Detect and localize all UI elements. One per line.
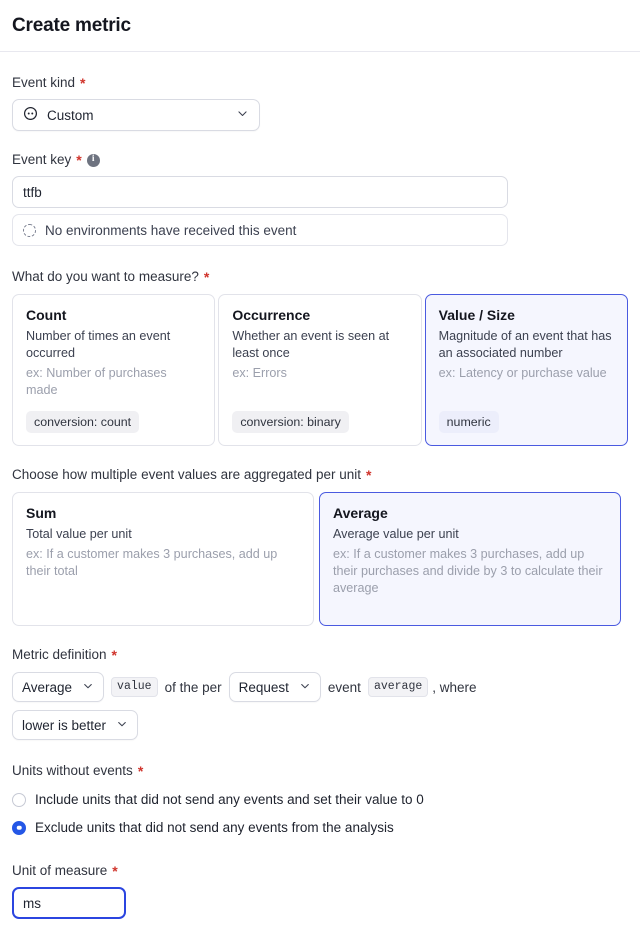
definition-text-event: event bbox=[327, 679, 361, 695]
chevron-down-icon bbox=[299, 680, 311, 695]
radio-row-include-units[interactable]: Include units that did not send any even… bbox=[12, 787, 628, 812]
section-measure: What do you want to measure? * Count Num… bbox=[12, 268, 628, 446]
definition-text-of-the-per: of the per bbox=[164, 679, 222, 695]
card-title: Occurrence bbox=[232, 307, 311, 323]
card-title: Value / Size bbox=[438, 307, 515, 323]
event-kind-value: Custom bbox=[47, 107, 94, 123]
average-code-chip: average bbox=[367, 677, 429, 697]
card-description: Magnitude of an event that has an associ… bbox=[438, 329, 612, 360]
required-asterisk: * bbox=[203, 269, 210, 285]
unit-of-measure-label: Unit of measure * bbox=[12, 862, 628, 880]
event-key-input[interactable]: ttfb bbox=[12, 176, 508, 208]
required-asterisk: * bbox=[365, 467, 372, 483]
aggregation-card-sum[interactable]: Sum Total value per unit ex: If a custom… bbox=[12, 492, 314, 626]
card-description: Number of times an event occurred bbox=[26, 329, 171, 360]
section-event-kind: Event kind * Custom bbox=[12, 74, 628, 131]
event-kind-label: Event kind * bbox=[12, 74, 628, 92]
direction-select[interactable]: lower is better bbox=[12, 710, 139, 740]
section-event-key: Event key * i ttfb No environments have … bbox=[12, 151, 628, 246]
page-header: Create metric bbox=[0, 0, 640, 52]
card-title: Count bbox=[26, 307, 67, 323]
aggregation-select-value: Average bbox=[22, 679, 73, 695]
section-metric-definition: Metric definition * Average value of the… bbox=[12, 646, 628, 740]
measure-card-count[interactable]: Count Number of times an event occurred … bbox=[12, 294, 216, 446]
card-example: ex: Latency or purchase value bbox=[438, 366, 607, 380]
radio-include-units[interactable] bbox=[12, 792, 26, 807]
event-environment-status: No environments have received this event bbox=[12, 214, 508, 246]
required-asterisk: * bbox=[76, 152, 82, 168]
card-chip-wrap: numeric bbox=[438, 399, 614, 433]
custom-event-icon bbox=[23, 106, 38, 124]
card-description: Total value per unit bbox=[26, 527, 132, 541]
card-example: ex: If a customer makes 3 purchases, add… bbox=[26, 547, 278, 578]
radio-exclude-units[interactable] bbox=[12, 820, 26, 835]
metric-definition-row-1: Average value of the per Request event a… bbox=[12, 672, 628, 702]
definition-text-where: , where bbox=[432, 679, 477, 695]
section-units-without-events: Units without events * Include units tha… bbox=[12, 762, 628, 840]
units-radio-list: Include units that did not send any even… bbox=[12, 787, 628, 840]
direction-select-value: lower is better bbox=[22, 717, 107, 733]
form-content: Event kind * Custom Event key * i ttfb N… bbox=[0, 74, 640, 919]
measure-card-row: Count Number of times an event occurred … bbox=[12, 294, 628, 446]
units-label: Units without events * bbox=[12, 762, 628, 780]
card-title: Sum bbox=[26, 505, 57, 521]
event-select[interactable]: Request bbox=[228, 672, 321, 702]
required-asterisk: * bbox=[137, 763, 144, 779]
metric-definition-rows: Average value of the per Request event a… bbox=[12, 672, 628, 740]
required-asterisk: * bbox=[112, 863, 118, 879]
card-example: ex: Number of purchases made bbox=[26, 366, 167, 397]
card-example: ex: Errors bbox=[232, 366, 287, 380]
measure-label-text: What do you want to measure? bbox=[12, 269, 199, 284]
radio-row-exclude-units[interactable]: Exclude units that did not send any even… bbox=[12, 815, 628, 840]
required-asterisk: * bbox=[80, 75, 86, 91]
event-select-value: Request bbox=[238, 679, 289, 695]
chevron-down-icon bbox=[82, 680, 94, 695]
units-label-text: Units without events bbox=[12, 763, 133, 778]
status-badge: conversion: binary bbox=[232, 411, 349, 433]
radio-include-units-label: Include units that did not send any even… bbox=[35, 792, 424, 807]
aggregation-label: Choose how multiple event values are agg… bbox=[12, 466, 628, 484]
unit-of-measure-value: ms bbox=[23, 895, 41, 911]
event-kind-select[interactable]: Custom bbox=[12, 99, 260, 131]
unit-of-measure-label-text: Unit of measure bbox=[12, 863, 108, 878]
measure-label: What do you want to measure? * bbox=[12, 268, 628, 286]
card-description: Average value per unit bbox=[333, 527, 459, 541]
unit-of-measure-input[interactable]: ms bbox=[12, 887, 126, 919]
metric-definition-row-2: lower is better bbox=[12, 710, 628, 740]
radio-exclude-units-label: Exclude units that did not send any even… bbox=[35, 820, 394, 835]
required-asterisk: * bbox=[111, 647, 117, 663]
section-unit-of-measure: Unit of measure * ms bbox=[12, 862, 628, 919]
card-title: Average bbox=[333, 505, 388, 521]
metric-definition-label-text: Metric definition bbox=[12, 647, 107, 662]
measure-card-value-size[interactable]: Value / Size Magnitude of an event that … bbox=[424, 294, 628, 446]
metric-definition-label: Metric definition * bbox=[12, 646, 628, 664]
measure-card-occurrence[interactable]: Occurrence Whether an event is seen at l… bbox=[218, 294, 422, 446]
chevron-down-icon bbox=[116, 718, 128, 733]
value-code-chip: value bbox=[111, 677, 158, 697]
aggregation-label-text: Choose how multiple event values are agg… bbox=[12, 467, 361, 482]
status-badge: numeric bbox=[438, 411, 499, 433]
event-key-value: ttfb bbox=[23, 184, 42, 200]
card-chip-wrap: conversion: binary bbox=[232, 399, 407, 433]
event-key-label: Event key * i bbox=[12, 151, 628, 169]
loading-spinner-icon bbox=[23, 223, 36, 237]
card-chip-wrap: conversion: count bbox=[26, 399, 201, 433]
page-title: Create metric bbox=[12, 14, 131, 36]
event-environment-status-text: No environments have received this event bbox=[45, 222, 297, 238]
info-icon[interactable]: i bbox=[86, 153, 100, 167]
card-example: ex: If a customer makes 3 purchases, add… bbox=[333, 547, 603, 595]
aggregation-select[interactable]: Average bbox=[12, 672, 105, 702]
aggregation-card-row: Sum Total value per unit ex: If a custom… bbox=[12, 492, 628, 626]
event-key-label-text: Event key bbox=[12, 152, 72, 167]
section-aggregation: Choose how multiple event values are agg… bbox=[12, 466, 628, 626]
event-kind-label-text: Event kind bbox=[12, 75, 76, 90]
card-description: Whether an event is seen at least once bbox=[232, 329, 390, 360]
status-badge: conversion: count bbox=[26, 411, 140, 433]
aggregation-card-average[interactable]: Average Average value per unit ex: If a … bbox=[319, 492, 621, 626]
chevron-down-icon bbox=[236, 107, 249, 123]
